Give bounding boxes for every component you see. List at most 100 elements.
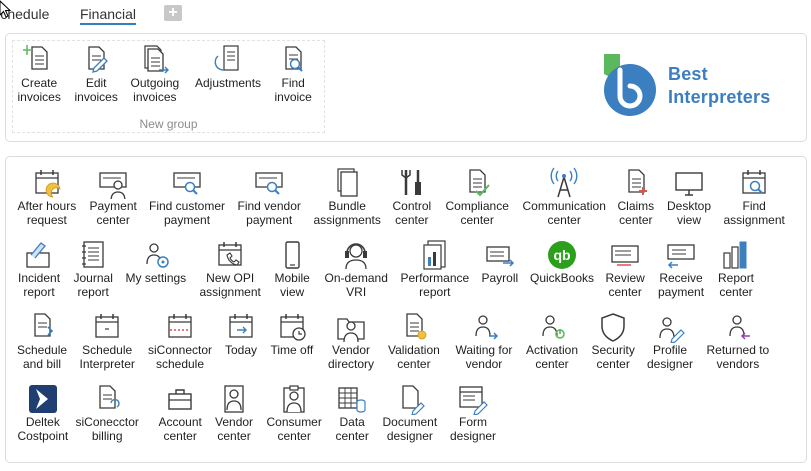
ribbon-button-edit-invoice[interactable]: Edit invoices [75, 44, 118, 104]
monitor-icon [675, 172, 703, 196]
ribbon-button-review[interactable]: Review center [606, 239, 645, 299]
ribbon-button-find-vendor-payment[interactable]: Find vendor payment [238, 167, 301, 227]
ribbon-button-antenna[interactable]: Communication center [523, 167, 606, 227]
add-tab-button[interactable]: + [164, 5, 182, 21]
ribbon-button-incident[interactable]: Incident report [18, 239, 60, 299]
vendor-directory-icon [337, 318, 365, 343]
find-assignment-icon [742, 170, 766, 194]
report-chart-icon [723, 241, 747, 269]
tab-financial[interactable]: Financial [80, 6, 137, 25]
ribbon-button-journal[interactable]: Journal report [74, 239, 113, 299]
headset-icon [345, 243, 368, 270]
ribbon-button-payment-center[interactable]: Payment center [90, 167, 137, 227]
mouse-cursor-icon [0, 0, 12, 18]
vendor-badge-icon [224, 385, 244, 413]
ribbon-button-label: Claims center [617, 199, 655, 227]
ribbon-button-label: Payment center [89, 199, 137, 227]
ribbon-button-report-chart[interactable]: Report center [718, 239, 754, 299]
ribbon-button-deltek[interactable]: Deltek Costpoint [18, 383, 68, 443]
ribbon-button-returned-vendors[interactable]: Returned to vendors [707, 311, 769, 371]
waiting-vendor-icon [475, 315, 499, 340]
receive-payment-icon [667, 244, 695, 269]
ribbon-button-monitor[interactable]: Desktop view [667, 167, 711, 227]
outgoing-invoices-icon [144, 45, 169, 74]
performance-icon [423, 240, 446, 270]
siconnector-billing-icon [99, 385, 120, 409]
ribbon-button-create-invoice[interactable]: Create invoices [18, 44, 61, 104]
ribbon-button-receive-payment[interactable]: Receive payment [658, 239, 704, 299]
ribbon-button-user-settings[interactable]: My settings [126, 239, 186, 285]
ribbon-button-siconnector-schedule[interactable]: siConnector schedule [148, 311, 212, 371]
ribbon-button-label: Create invoices [17, 76, 61, 104]
antenna-icon [550, 167, 578, 198]
data-center-icon [338, 387, 366, 413]
create-invoice-icon [23, 45, 48, 70]
ribbon-button-time-off[interactable]: Time off [271, 311, 313, 357]
ribbon-button-label: Control center [392, 199, 432, 227]
ribbon-button-today[interactable]: Today [225, 311, 257, 357]
ribbon-button-label: Find assignment [723, 199, 785, 227]
ribbon-button-label: Edit invoices [74, 76, 118, 104]
ribbon-button-label: Receive payment [658, 271, 705, 299]
ribbon-button-label: Today [225, 343, 258, 357]
ribbon-button-payroll[interactable]: Payroll [481, 239, 519, 285]
ribbon-button-vendor-badge[interactable]: Vendor center [215, 383, 253, 443]
ribbon-button-new-opi[interactable]: New OPI assignment [200, 239, 261, 299]
form-designer-icon [459, 386, 488, 415]
find-customer-payment-icon [173, 172, 201, 195]
ribbon-button-bundle[interactable]: Bundle assignments [314, 167, 381, 227]
ribbon-button-document-designer[interactable]: Document designer [382, 383, 438, 443]
ribbon-button-schedule-interpreter[interactable]: Schedule Interpreter [80, 311, 135, 371]
ribbon-button-after-hours[interactable]: After hours request [18, 167, 76, 227]
ribbon-button-label: Mobile view [274, 271, 310, 299]
ribbon-button-find-customer-payment[interactable]: Find customer payment [149, 167, 225, 227]
schedule-bill-icon [34, 313, 54, 337]
ribbon-button-label: Payroll [481, 271, 519, 285]
ribbon-button-validation[interactable]: Validation center [388, 311, 440, 371]
ribbon-button-label: Outgoing invoices [130, 76, 180, 104]
ribbon-button-label: Find vendor payment [237, 199, 301, 227]
incident-icon [26, 242, 50, 268]
review-icon [611, 245, 639, 266]
ribbon-button-label: Security center [591, 343, 635, 371]
payroll-icon [486, 246, 514, 267]
ribbon-button-label: Document designer [382, 415, 438, 443]
user-settings-icon [146, 243, 169, 268]
ribbon-button-briefcase[interactable]: Account center [159, 383, 202, 443]
ribbon-button-find-invoice[interactable]: Find invoice [275, 44, 312, 104]
ribbon-button-label: Adjustments [195, 76, 262, 90]
ribbon-button-consumer-clipboard[interactable]: Consumer center [267, 383, 322, 443]
ribbon-button-quickbooks[interactable]: qb QuickBooks [530, 239, 594, 285]
ribbon-button-shield[interactable]: Security center [592, 311, 635, 371]
validation-icon [406, 313, 427, 340]
today-icon [229, 314, 253, 338]
ribbon-button-headset[interactable]: On-demand VRI [325, 239, 388, 299]
ribbon-button-activation[interactable]: Activation center [526, 311, 578, 371]
ribbon-button-label: New OPI assignment [199, 271, 261, 299]
ribbon-button-claims[interactable]: Claims center [617, 167, 655, 227]
ribbon-button-siconnector-billing[interactable]: siConecctor billing [76, 383, 139, 443]
ribbon-button-compliance[interactable]: Compliance center [446, 167, 509, 227]
ribbon-button-schedule-bill[interactable]: Schedule and bill [17, 311, 67, 371]
ribbon-button-label: Waiting for vendor [455, 343, 513, 371]
ribbon-button-performance[interactable]: Performance report [401, 239, 469, 299]
ribbon-button-form-designer[interactable]: Form designer [450, 383, 496, 443]
quickbooks-icon: qb [548, 241, 577, 269]
ribbon-button-vendor-directory[interactable]: Vendor directory [328, 311, 374, 371]
logo-text-line2: Interpreters [668, 87, 771, 107]
ribbon-button-waiting-vendor[interactable]: Waiting for vendor [455, 311, 513, 371]
ribbon-button-data-center[interactable]: Data center [336, 383, 369, 443]
activation-icon [542, 315, 565, 339]
adjustments-icon [214, 45, 239, 71]
ribbon-button-label: Report center [718, 271, 755, 299]
ribbon-button-adjustments[interactable]: Adjustments [195, 44, 261, 90]
ribbon-button-find-assignment[interactable]: Find assignment [724, 167, 785, 227]
ribbon-button-label: Review center [605, 271, 645, 299]
ribbon-button-outgoing-invoices[interactable]: Outgoing invoices [130, 44, 180, 104]
document-designer-icon [402, 385, 425, 415]
ribbon-button-mobile[interactable]: Mobile view [275, 239, 310, 299]
ribbon-button-label: On-demand VRI [324, 271, 388, 299]
ribbon-button-label: Validation center [388, 343, 440, 371]
ribbon-button-tools[interactable]: Control center [392, 167, 432, 227]
ribbon-button-profile-designer[interactable]: Profile designer [647, 311, 693, 371]
